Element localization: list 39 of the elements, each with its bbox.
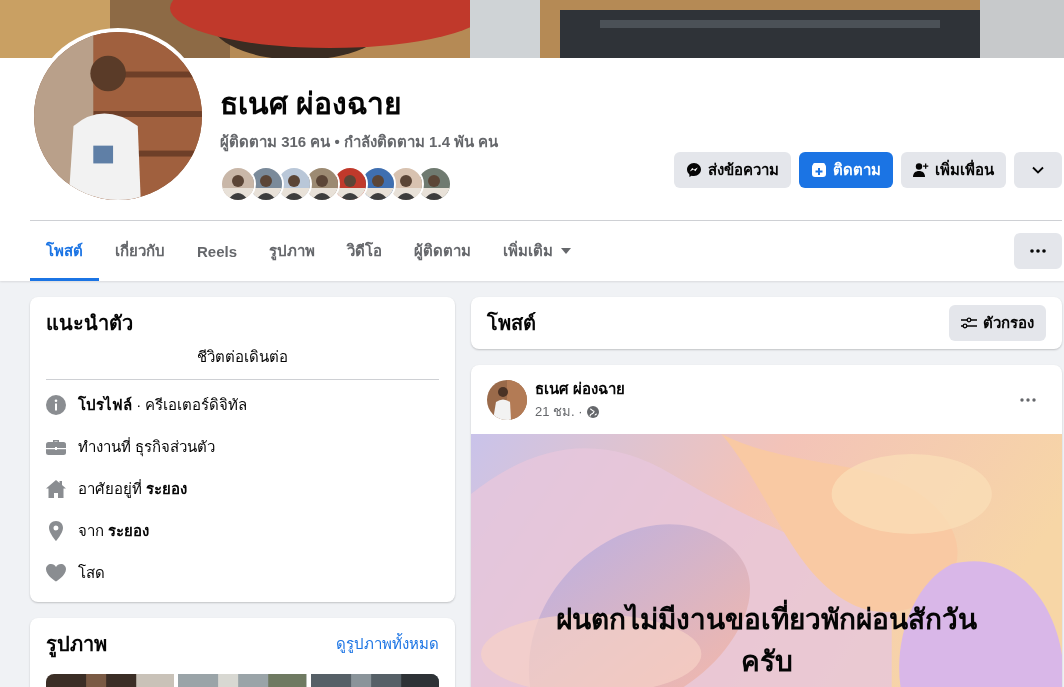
heart-icon [46,563,66,583]
briefcase-icon [46,437,66,457]
filter-button[interactable]: ตัวกรอง [949,305,1046,341]
more-icon[interactable] [1020,397,1036,402]
follow-icon [811,162,827,178]
post-author[interactable]: ธเนศ ผ่องฉาย [535,377,626,401]
messenger-icon [686,162,702,178]
post-time[interactable]: 21 ชม. · [535,401,583,422]
profile-tab[interactable]: ผู้ติดตาม [398,221,488,281]
bio-text: ชีวิตต่อเดินต่อ [196,347,289,367]
see-all-photos-link[interactable]: ดูรูปภาพทั้งหมด [336,632,439,656]
profile-tab[interactable]: วิดีโอ [331,221,399,281]
sliders-icon [961,315,977,331]
add-person-icon [913,162,929,178]
profile-tab[interactable]: โพสต์ [30,221,99,281]
intro-detail: จาก ระยอง [78,521,150,541]
card-title: แนะนำตัว [46,311,134,336]
profile-name: ธเนศ ผ่องฉาย [220,86,404,122]
chevron-down-icon [1032,166,1044,174]
info-icon [46,395,66,415]
card-title: รูปภาพ [46,630,107,658]
intro-detail: โปรไฟล์ · ครีเอเตอร์ดิจิทัล [78,394,248,415]
more-icon [1030,249,1046,253]
follow-button[interactable]: ติดตาม [799,152,893,188]
profile-tab[interactable]: เพิ่มเติม [487,221,588,281]
location-pin-icon [46,521,66,541]
intro-detail: ทำงานที่ ธุรกิจส่วนตัว [78,436,216,459]
profile-tab[interactable]: Reels [181,221,254,281]
post-text: ฝนตกไม่มีงานขอเที่ยวพักผ่อนสักวัน ครับ [491,599,1042,683]
intro-detail: อาศัยอยู่ที่ ระยอง [78,478,188,500]
message-button[interactable]: ส่งข้อความ [674,152,791,188]
intro-detail: โสด [78,563,105,583]
add-friend-button[interactable]: เพิ่มเพื่อน [901,152,1006,188]
home-icon [46,479,66,499]
profile-tab[interactable]: เกี่ยวกับ [99,221,181,281]
more-button[interactable] [1014,233,1062,269]
card-title: โพสต์ [487,310,536,336]
follower-stats[interactable]: ผู้ติดตาม 316 คน • กำลังติดตาม 1.4 พัน คน [220,130,499,154]
profile-tab[interactable]: รูปภาพ [253,221,332,281]
